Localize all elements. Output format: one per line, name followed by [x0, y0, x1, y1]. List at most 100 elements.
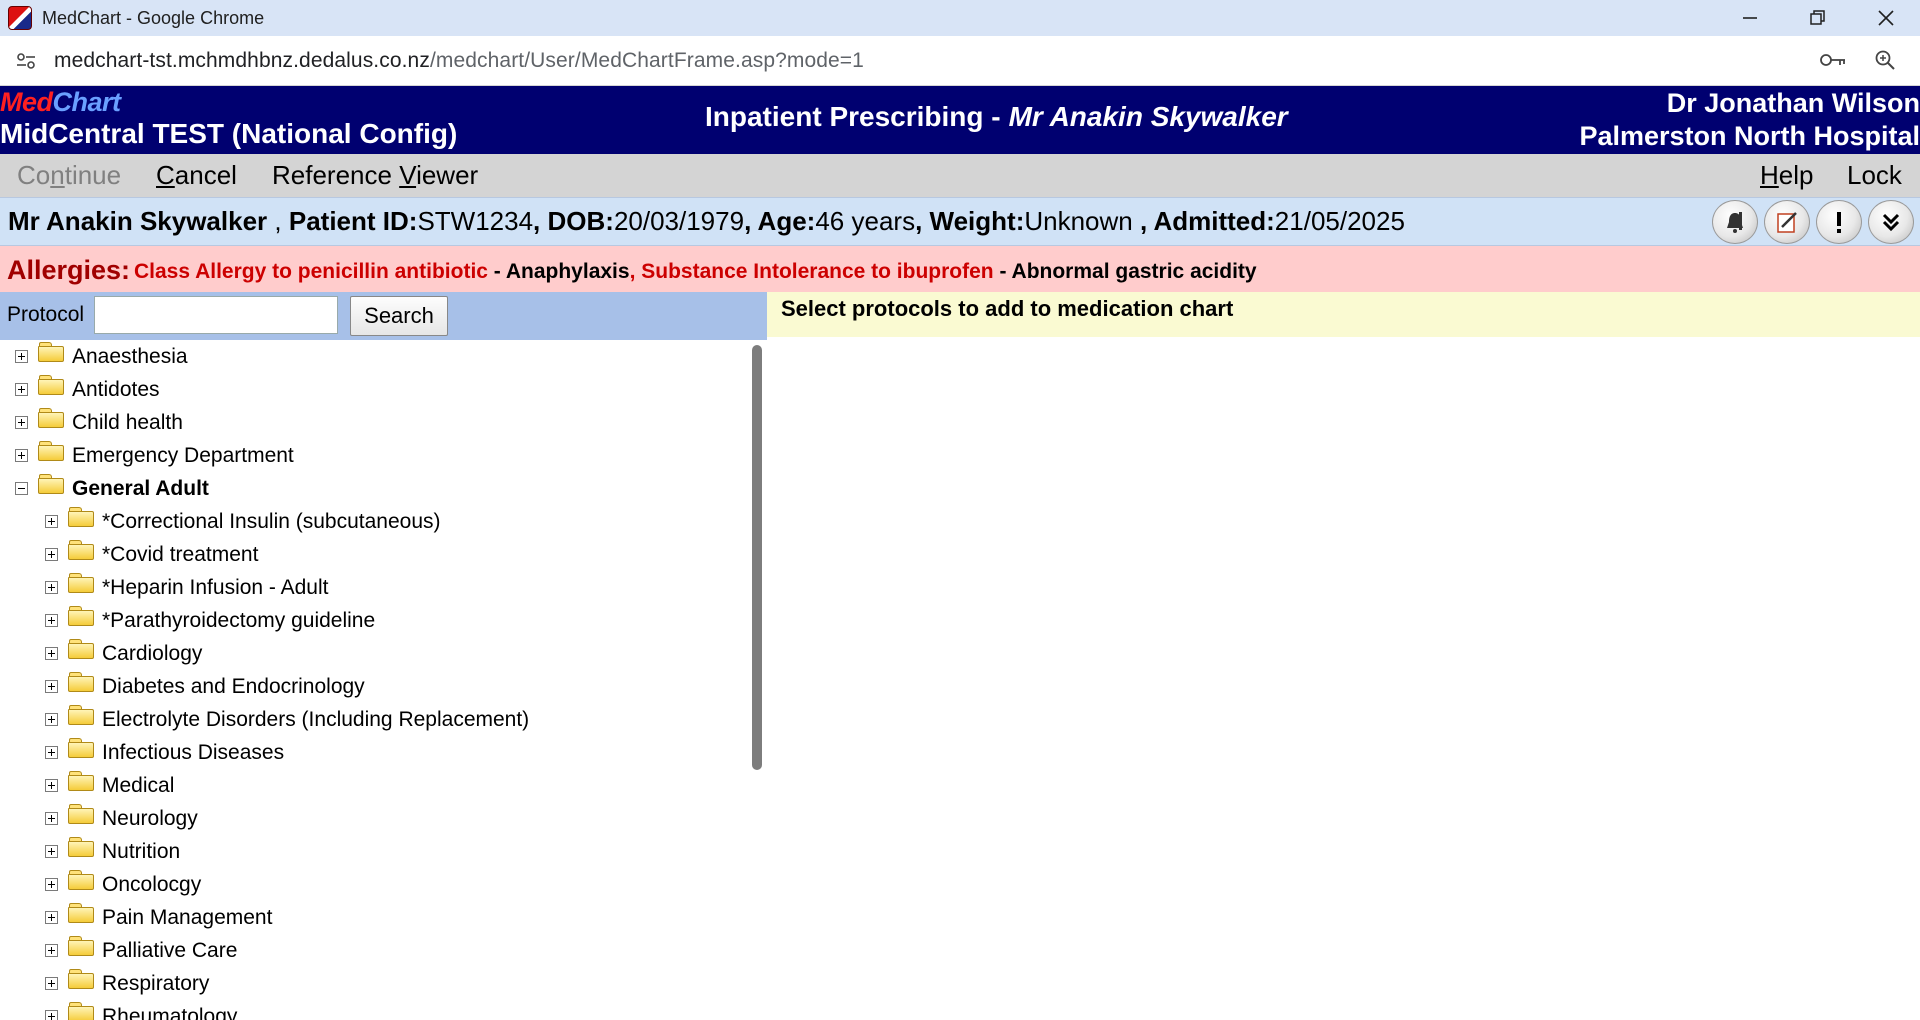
tree-scrollbar[interactable] [750, 340, 767, 1020]
tree-node-label[interactable]: Infectious Diseases [102, 741, 284, 765]
collapse-icon[interactable] [15, 482, 28, 495]
reference-viewer-menu-item[interactable]: Reference Viewer [272, 160, 478, 191]
cancel-menu-item[interactable]: Cancel [156, 160, 237, 191]
expand-icon[interactable] [45, 911, 58, 924]
folder-icon [68, 639, 96, 660]
expand-icon[interactable] [15, 350, 28, 363]
folder-icon [68, 804, 96, 825]
folder-icon [68, 738, 96, 759]
tree-node[interactable]: Pain Management [45, 901, 272, 934]
expand-down-icon[interactable] [1868, 200, 1914, 244]
module-title: Inpatient Prescribing - Mr Anakin Skywalk… [705, 101, 1288, 133]
tree-node-label[interactable]: Diabetes and Endocrinology [102, 675, 365, 699]
tree-node-label[interactable]: General Adult [72, 477, 209, 501]
lock-menu-item[interactable]: Lock [1847, 160, 1902, 191]
expand-icon[interactable] [45, 746, 58, 759]
expand-icon[interactable] [45, 977, 58, 990]
tree-node-label[interactable]: Cardiology [102, 642, 202, 666]
folder-icon [68, 573, 96, 594]
expand-icon[interactable] [45, 581, 58, 594]
age-label: , Age: [744, 206, 816, 236]
alert-icon[interactable] [1816, 200, 1862, 244]
tree-node[interactable]: General Adult [15, 472, 209, 505]
tree-node[interactable]: *Heparin Infusion - Adult [45, 571, 328, 604]
tree-node[interactable]: Electrolyte Disorders (Including Replace… [45, 703, 529, 736]
tree-node-label[interactable]: *Covid treatment [102, 543, 258, 567]
tree-node-label[interactable]: Rheumatology [102, 1005, 237, 1020]
folder-icon [38, 474, 66, 495]
expand-icon[interactable] [45, 779, 58, 792]
close-window-button[interactable] [1852, 0, 1920, 36]
tree-node-label[interactable]: Palliative Care [102, 939, 237, 963]
tree-node[interactable]: Rheumatology [45, 1000, 237, 1020]
folder-icon [68, 606, 96, 627]
protocol-search-input[interactable] [94, 296, 338, 334]
tree-node[interactable]: Cardiology [45, 637, 202, 670]
allergy-separator: , [629, 260, 642, 283]
tree-node-label[interactable]: Electrolyte Disorders (Including Replace… [102, 708, 529, 732]
tree-node-label[interactable]: Oncolocgy [102, 873, 201, 897]
tree-node[interactable]: Diabetes and Endocrinology [45, 670, 365, 703]
tree-node[interactable]: *Parathyroidectomy guideline [45, 604, 375, 637]
tree-node[interactable]: *Covid treatment [45, 538, 258, 571]
address-bar[interactable]: medchart-tst.mchmdhbnz.dedalus.co.nz/med… [0, 36, 1920, 86]
tree-node-label[interactable]: Emergency Department [72, 444, 294, 468]
minimize-button[interactable] [1716, 0, 1784, 36]
protocol-search-bar: Protocol Search [0, 292, 767, 340]
bell-icon[interactable] [1712, 200, 1758, 244]
tree-node[interactable]: *Correctional Insulin (subcutaneous) [45, 505, 441, 538]
minimize-icon [1743, 17, 1757, 19]
tree-node-label[interactable]: Medical [102, 774, 174, 798]
expand-icon[interactable] [15, 416, 28, 429]
tree-node[interactable]: Emergency Department [15, 439, 294, 472]
expand-icon[interactable] [15, 449, 28, 462]
tree-node[interactable]: Medical [45, 769, 174, 802]
url-text[interactable]: medchart-tst.mchmdhbnz.dedalus.co.nz/med… [54, 49, 864, 73]
tree-node-label[interactable]: *Parathyroidectomy guideline [102, 609, 375, 633]
password-key-icon[interactable] [1818, 44, 1848, 76]
expand-icon[interactable] [45, 845, 58, 858]
tree-node-label[interactable]: Nutrition [102, 840, 180, 864]
restore-button[interactable] [1784, 0, 1852, 36]
refviewer-label-accel: V [399, 160, 417, 190]
help-menu-item[interactable]: Help [1760, 160, 1813, 191]
tree-node-label[interactable]: *Heparin Infusion - Adult [102, 576, 328, 600]
protocol-pane: Protocol Search Anaesthesia Antidotes Chil… [0, 292, 767, 1020]
site-settings-icon[interactable] [10, 45, 42, 77]
patient-banner: Mr Anakin Skywalker , Patient ID:STW1234… [0, 197, 1920, 246]
tree-node-label[interactable]: Neurology [102, 807, 198, 831]
tree-node[interactable]: Anaesthesia [15, 340, 188, 373]
tree-node[interactable]: Child health [15, 406, 183, 439]
zoom-icon[interactable] [1870, 44, 1900, 76]
tree-node-label[interactable]: Anaesthesia [72, 345, 188, 369]
tree-node-label[interactable]: Child health [72, 411, 183, 435]
organisation-name: MidCentral TEST (National Config) [0, 118, 458, 149]
tree-node[interactable]: Oncolocgy [45, 868, 201, 901]
tree-node-label[interactable]: Pain Management [102, 906, 272, 930]
tree-node[interactable]: Neurology [45, 802, 198, 835]
tree-node-label[interactable]: Antidotes [72, 378, 160, 402]
tree-node[interactable]: Palliative Care [45, 934, 237, 967]
tree-node[interactable]: Respiratory [45, 967, 209, 1000]
tree-node-label[interactable]: Respiratory [102, 972, 209, 996]
selected-protocols-header: Select protocols to add to medication ch… [767, 292, 1920, 337]
expand-icon[interactable] [45, 812, 58, 825]
expand-icon[interactable] [45, 944, 58, 957]
expand-icon[interactable] [45, 878, 58, 891]
expand-icon[interactable] [45, 548, 58, 561]
expand-icon[interactable] [45, 1010, 58, 1020]
tree-node[interactable]: Nutrition [45, 835, 180, 868]
expand-icon[interactable] [15, 383, 28, 396]
expand-icon[interactable] [45, 680, 58, 693]
tree-node-label[interactable]: *Correctional Insulin (subcutaneous) [102, 510, 441, 534]
search-button[interactable]: Search [350, 296, 448, 336]
continue-menu-item[interactable]: Continue [17, 160, 121, 191]
tree-node[interactable]: Infectious Diseases [45, 736, 284, 769]
expand-icon[interactable] [45, 647, 58, 660]
scrollbar-thumb[interactable] [752, 345, 762, 770]
tree-node[interactable]: Antidotes [15, 373, 160, 406]
edit-note-icon[interactable] [1764, 200, 1810, 244]
expand-icon[interactable] [45, 713, 58, 726]
expand-icon[interactable] [45, 515, 58, 528]
expand-icon[interactable] [45, 614, 58, 627]
